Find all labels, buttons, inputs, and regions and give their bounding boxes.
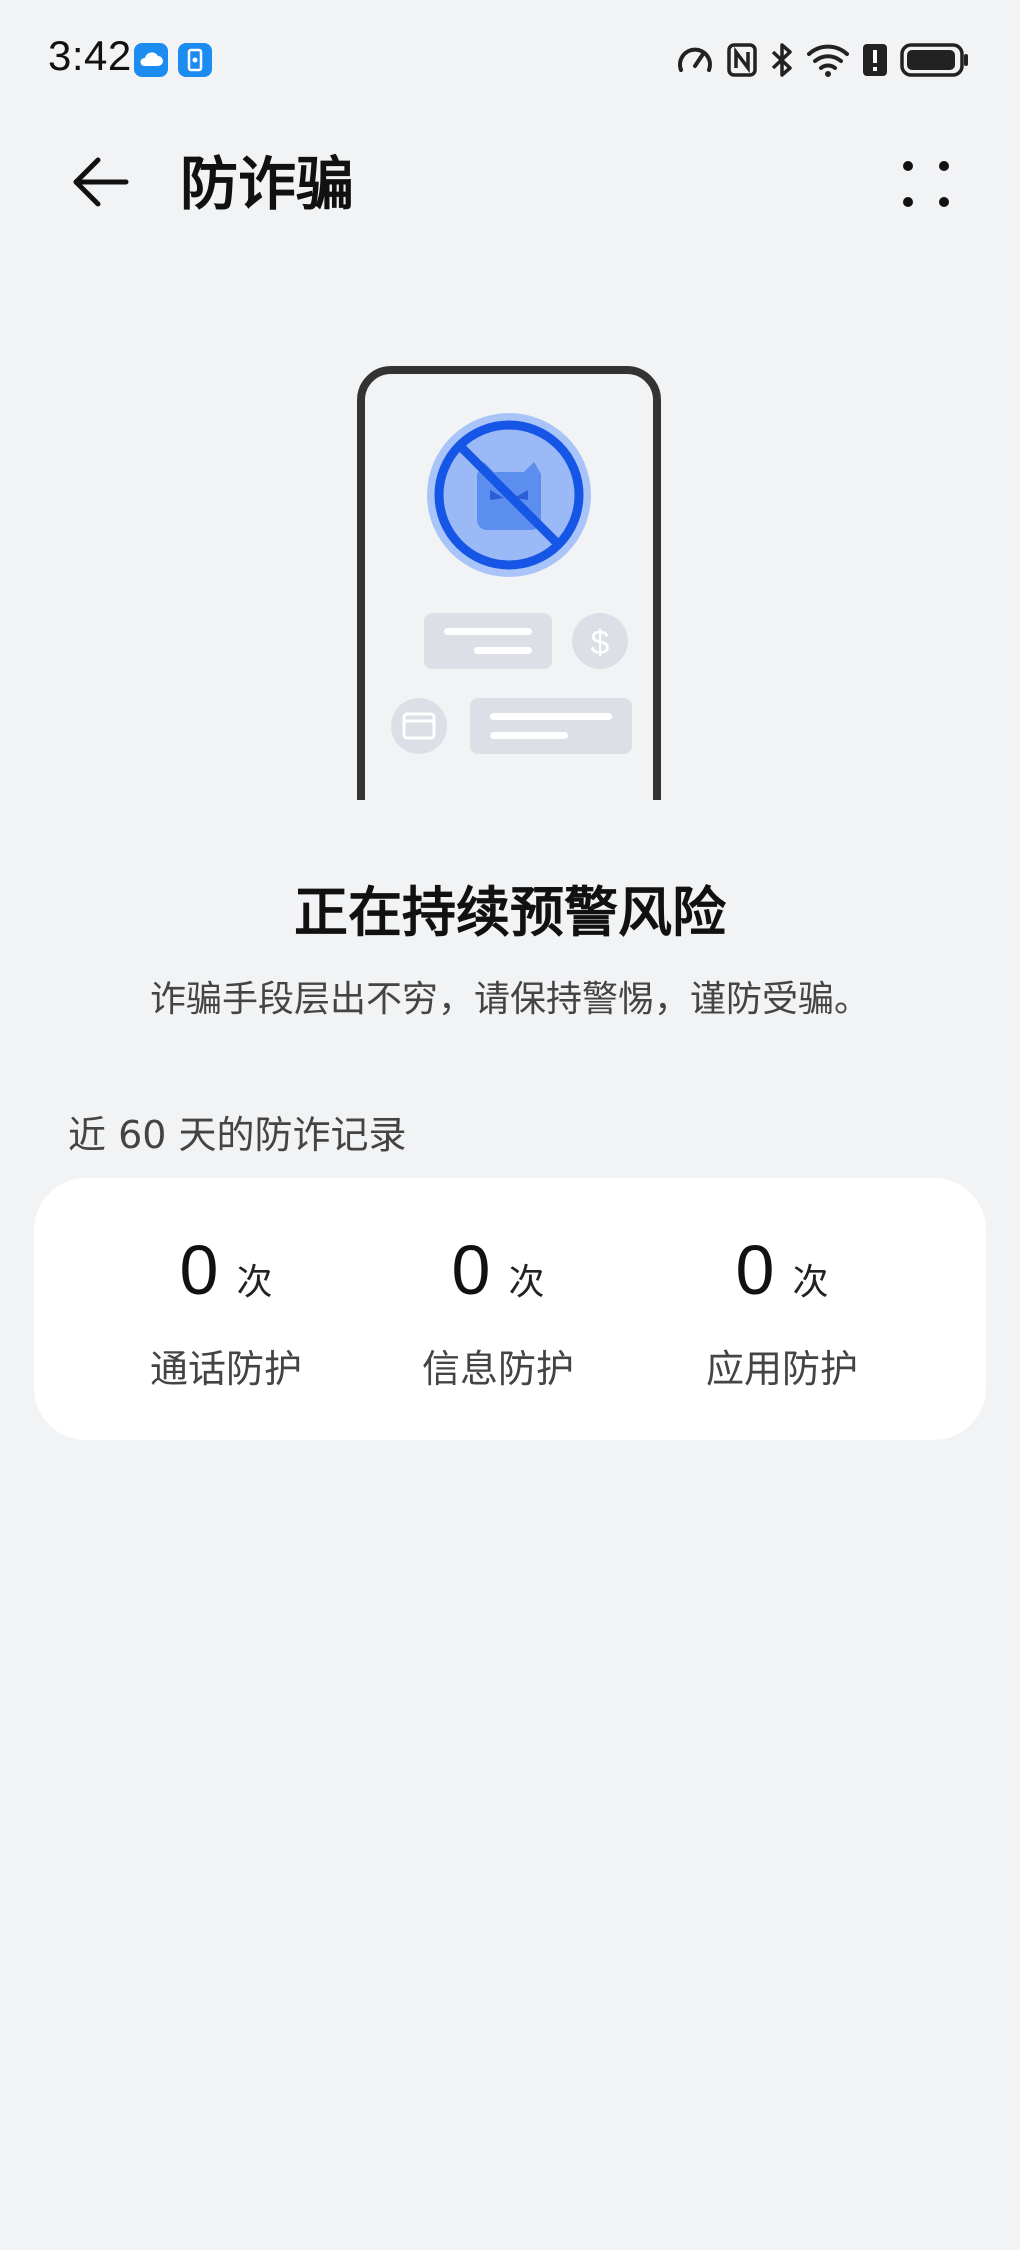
stat-label: 通话防护 [149, 1347, 302, 1391]
nfc-icon [726, 42, 758, 78]
stat-value: 0 [735, 1231, 775, 1309]
cloud-icon [134, 43, 168, 77]
dollar-symbol: $ [591, 624, 610, 662]
stat-unit: 次 [508, 1262, 545, 1303]
stat-value: 0 [179, 1231, 219, 1309]
more-button[interactable] [888, 146, 964, 222]
back-arrow-icon [68, 154, 132, 214]
status-headline: 正在持续预警风险 [294, 881, 726, 944]
wifi-icon [806, 42, 850, 78]
status-bar: 3:42 [0, 0, 1020, 120]
speed-meter-icon [676, 42, 714, 78]
blocked-scam-icon [427, 413, 591, 577]
stat-message-protection[interactable]: 0次 信息防护 [348, 1178, 648, 1440]
stat-unit: 次 [792, 1262, 829, 1303]
stat-label: 应用防护 [705, 1347, 858, 1391]
status-description: 诈骗手段层出不穷，请保持警惕，谨防受骗。 [149, 979, 870, 1020]
more-dots-icon [888, 161, 964, 226]
stat-unit: 次 [236, 1262, 273, 1303]
page-title: 防诈骗 [180, 150, 355, 218]
status-icons [676, 38, 970, 82]
back-button[interactable] [62, 146, 138, 222]
phone-clone-icon [178, 43, 212, 77]
records-card: 0次 通话防护 0次 信息防护 0次 应用防护 [34, 1178, 986, 1440]
stat-app-protection[interactable]: 0次 应用防护 [632, 1178, 932, 1440]
stat-call-protection[interactable]: 0次 通话防护 [76, 1178, 376, 1440]
battery-icon [900, 42, 970, 78]
stat-label: 信息防护 [421, 1347, 574, 1391]
status-time: 3:42 [48, 32, 132, 79]
bluetooth-icon [770, 41, 794, 79]
records-section-label: 近 60 天的防诈记录 [68, 1113, 407, 1157]
alert-icon [862, 42, 888, 78]
anti-fraud-illustration: $ [356, 364, 662, 800]
stat-value: 0 [451, 1231, 491, 1309]
